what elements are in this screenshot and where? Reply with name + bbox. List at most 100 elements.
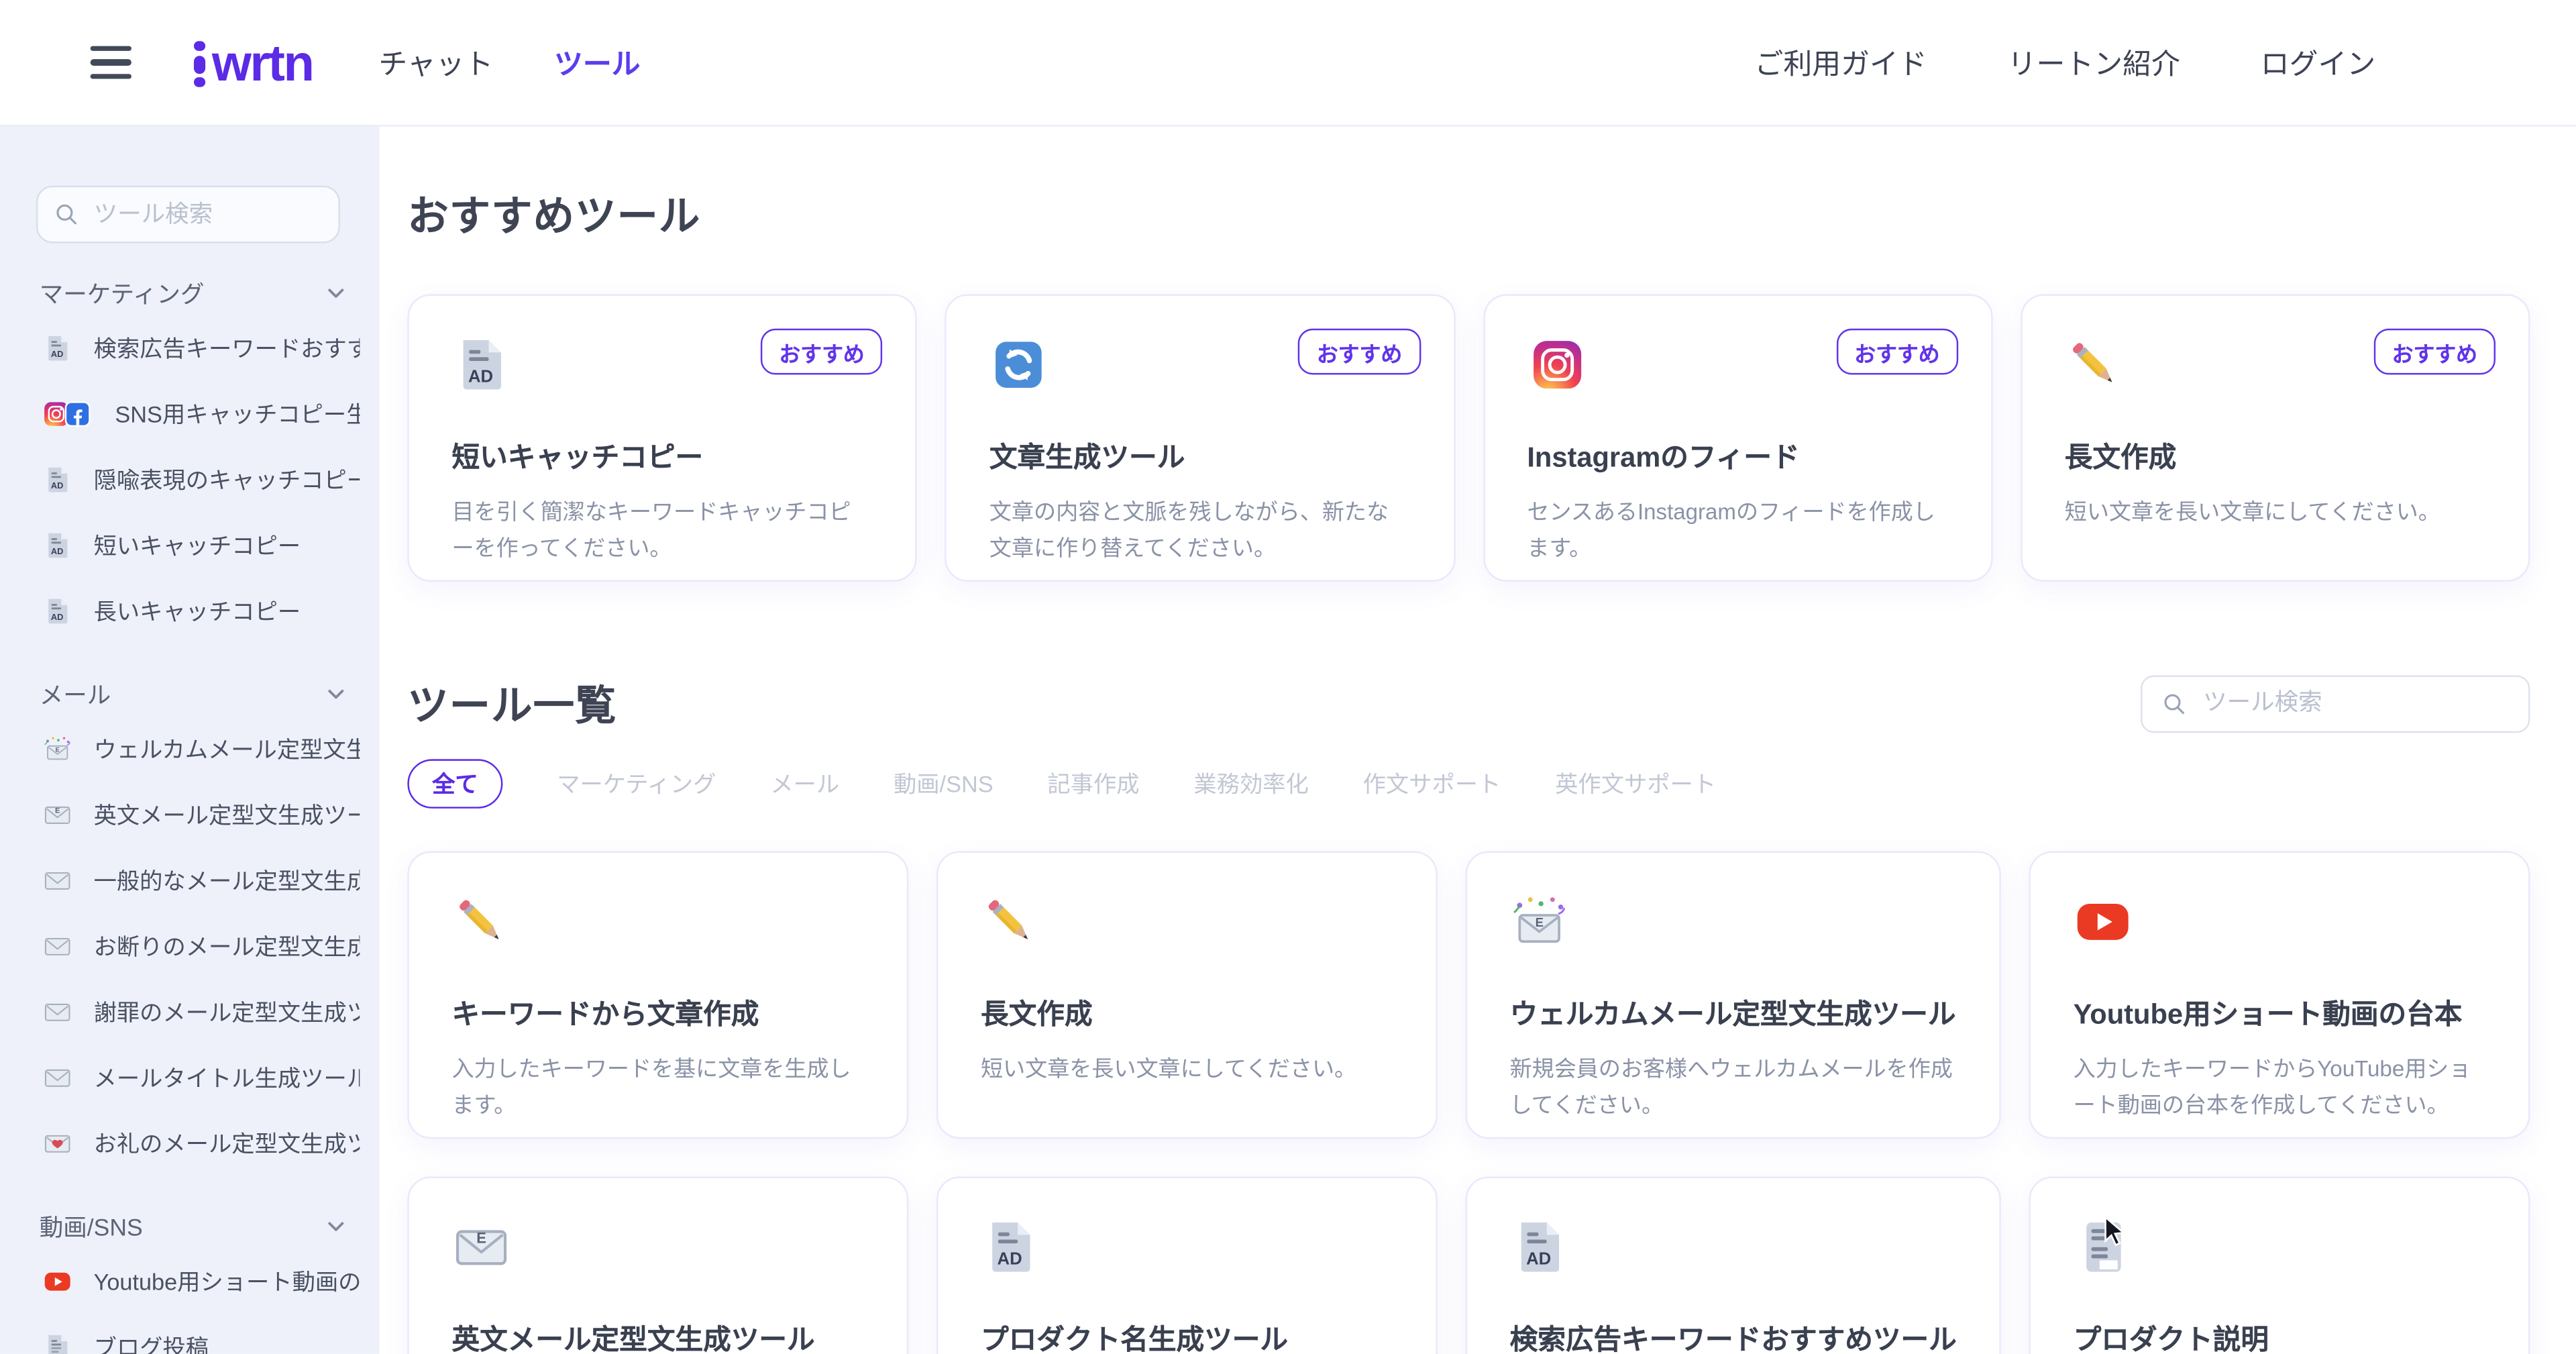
recommended-badge: おすすめ <box>761 328 883 375</box>
tool-card-title: Youtube用ショート動画の台本 <box>2073 998 2463 1031</box>
tool-card[interactable]: Youtube用ショート動画の台本 入力したキーワードからYouTube用ショー… <box>2029 851 2530 1139</box>
envelope-icon <box>43 998 72 1027</box>
tool-card-description: 短い文章を長い文章にしてください。 <box>2064 499 2440 525</box>
envelope-icon <box>43 1063 72 1092</box>
app-header: wrtn チャット ツール ご利用ガイド リートン紹介 ログイン <box>0 0 2576 127</box>
tool-card[interactable]: AD おすすめ 短いキャッチコピー 目を引く簡潔なキーワードキャッチコピーを作っ… <box>407 294 918 582</box>
sidebar-item-label: 検索広告キーワードおすすめツ... <box>93 335 360 362</box>
app-window: wrtn チャット ツール ご利用ガイド リートン紹介 ログイン マーケティング AD… <box>0 0 2576 1354</box>
sidebar-section-label: メール <box>39 682 111 709</box>
tool-list-header: ツール一覧 <box>407 674 2530 733</box>
tool-card-title: Instagramのフィード <box>1527 441 1800 474</box>
sns-icon <box>43 399 94 429</box>
tool-card[interactable]: E 英文メール定型文生成ツール 大事なポイントを含めた英文メールを作成してくだ <box>407 1176 909 1354</box>
email-e-icon: E <box>43 800 72 830</box>
tool-card[interactable]: プロダクト説明 プロダクトサービスに対する簡単な説明を入力する <box>2029 1176 2530 1354</box>
tool-card[interactable]: E ウェルカムメール定型文生成ツール 新規会員のお客様へウェルカムメールを作成し… <box>1465 851 2001 1139</box>
sidebar-section-header[interactable]: メール <box>0 677 380 710</box>
header-link[interactable]: ご利用ガイド <box>1755 42 1927 83</box>
tool-card-title: プロダクト名生成ツール <box>981 1324 1289 1354</box>
sidebar-item[interactable]: お礼のメール定型文生成ツール <box>0 1111 380 1177</box>
tool-card-description: センスあるInstagramのフィードを作成します。 <box>1527 499 1935 560</box>
sidebar-item[interactable]: E 英文メール定型文生成ツール <box>0 782 380 848</box>
sidebar-item-label: お断りのメール定型文生成ツール <box>93 933 360 960</box>
recommended-badge: おすすめ <box>2373 328 2496 375</box>
nav-item[interactable]: ツール <box>554 42 641 83</box>
sidebar-item-label: 英文メール定型文生成ツール <box>93 802 360 829</box>
svg-text:AD: AD <box>51 349 64 359</box>
sidebar-item[interactable]: ブログ投稿 <box>0 1314 380 1354</box>
sidebar-item-label: SNS用キャッチコピー生成... <box>115 401 360 427</box>
search-icon <box>54 202 79 227</box>
sidebar-section-items: AD 検索広告キーワードおすすめツ... SNS用キャッチコピー生成... AD… <box>0 315 380 644</box>
category-tab[interactable]: 英作文サポート <box>1555 768 1716 800</box>
tool-card[interactable]: おすすめ 長文作成 短い文章を長い文章にしてください。 <box>2020 294 2530 582</box>
tool-list-search-box[interactable] <box>2141 674 2530 733</box>
tool-card-title: 長文作成 <box>981 998 1093 1031</box>
tool-list-search-input[interactable] <box>2200 688 2509 719</box>
recommended-cards: AD おすすめ 短いキャッチコピー 目を引く簡潔なキーワードキャッチコピーを作っ… <box>407 294 2530 582</box>
header-link[interactable]: リートン紹介 <box>2008 42 2180 83</box>
tool-card[interactable]: キーワードから文章作成 入力したキーワードを基に文章を生成します。 <box>407 851 909 1139</box>
chevron-down-icon[interactable] <box>325 282 347 303</box>
sidebar-sections: マーケティング AD 検索広告キーワードおすすめツ... SNS用キャッチコピー… <box>0 276 380 1354</box>
recommended-badge: おすすめ <box>1298 328 1421 375</box>
sidebar-item[interactable]: 謝罪のメール定型文生成ツール <box>0 980 380 1045</box>
tool-card-description: 入力したキーワードを基に文章を生成します。 <box>451 1056 851 1117</box>
category-tabs: 全て マーケティング メール 動画/SNS 記事作成 業務効率化 作文サポート 英作文サポート <box>407 759 2530 809</box>
sidebar-section-header[interactable]: マーケティング <box>0 276 380 309</box>
tool-card[interactable]: AD 検索広告キーワードおすすめツール 検索エンジン広告に使用する効果的なキーワ… <box>1465 1176 2001 1354</box>
ad-doc-icon: AD <box>43 465 72 494</box>
sidebar-item[interactable]: 一般的なメール定型文生成ツール <box>0 848 380 914</box>
header-link[interactable]: ログイン <box>2261 42 2375 83</box>
wrtn-logo[interactable]: wrtn <box>193 34 315 91</box>
sidebar-item-label: メールタイトル生成ツール <box>93 1064 360 1092</box>
sidebar-section-label: 動画/SNS <box>39 1215 143 1242</box>
category-tab[interactable]: メール <box>770 768 839 800</box>
tool-card[interactable]: 長文作成 短い文章を長い文章にしてください。 <box>936 851 1438 1139</box>
sidebar-item-label: 長いキャッチコピー <box>93 598 301 625</box>
sidebar-item[interactable]: AD 長いキャッチコピー <box>0 578 380 644</box>
sidebar-section-header[interactable]: 動画/SNS <box>0 1209 380 1242</box>
refresh-icon <box>989 335 1049 395</box>
category-tab[interactable]: 業務効率化 <box>1193 768 1308 800</box>
sidebar-search-box[interactable] <box>36 185 340 244</box>
sidebar-item[interactable]: AD 隠喩表現のキャッチコピー <box>0 447 380 513</box>
main-nav: チャット ツール <box>378 42 640 83</box>
blog-doc-icon <box>43 1333 72 1354</box>
category-tab[interactable]: マーケティング <box>557 768 716 800</box>
sidebar-item[interactable]: メールタイトル生成ツール <box>0 1045 380 1111</box>
sidebar-item[interactable]: Youtube用ショート動画の台本 <box>0 1249 380 1314</box>
category-tab[interactable]: 記事作成 <box>1047 768 1139 800</box>
tool-card[interactable]: おすすめ Instagramのフィード センスあるInstagramのフィードを… <box>1483 294 1993 582</box>
tool-card-title: 短いキャッチコピー <box>451 441 704 474</box>
sidebar-search-input[interactable] <box>90 199 323 229</box>
category-tab[interactable]: 動画/SNS <box>894 768 994 800</box>
category-tab[interactable]: 全て <box>407 759 503 809</box>
ad-doc-icon: AD <box>981 1218 1040 1277</box>
sidebar-item-label: 謝罪のメール定型文生成ツール <box>93 998 360 1026</box>
sidebar-item[interactable]: お断りのメール定型文生成ツール <box>0 914 380 980</box>
tool-card[interactable]: おすすめ 文章生成ツール 文章の内容と文脈を残しながら、新たな文章に作り替えてく… <box>945 294 1455 582</box>
tool-card-title: ウェルカムメール定型文生成ツール <box>1509 998 1956 1031</box>
chevron-down-icon[interactable] <box>325 1215 347 1237</box>
tool-card-description: 文章の内容と文脈を残しながら、新たな文章に作り替えてください。 <box>989 499 1389 560</box>
tool-card-title: 長文作成 <box>2064 441 2177 474</box>
sidebar-item[interactable]: E ウェルカムメール定型文生成ツ... <box>0 717 380 782</box>
nav-item[interactable]: チャット <box>378 42 493 83</box>
svg-text:E: E <box>55 807 60 815</box>
welcome-mail-icon: E <box>43 735 72 764</box>
sidebar-item[interactable]: AD 検索広告キーワードおすすめツ... <box>0 315 380 381</box>
sidebar-item[interactable]: AD 短いキャッチコピー <box>0 513 380 578</box>
sidebar-item-label: ウェルカムメール定型文生成ツ... <box>93 736 360 763</box>
sidebar-item[interactable]: SNS用キャッチコピー生成... <box>0 381 380 447</box>
chevron-down-icon[interactable] <box>325 683 347 705</box>
category-tab[interactable]: 作文サポート <box>1363 768 1501 800</box>
tool-card-description: 短い文章を長い文章にしてください。 <box>981 1056 1357 1082</box>
logo-text: wrtn <box>211 34 315 91</box>
sidebar-item-label: ブログ投稿 <box>93 1334 209 1354</box>
hamburger-menu-icon[interactable] <box>90 45 131 80</box>
tool-card[interactable]: AD プロダクト名生成ツール 目を引くプロダクト名を作成してください。 <box>936 1176 1438 1354</box>
recommended-title: おすすめツール <box>407 193 701 240</box>
main-content: おすすめツール AD おすすめ 短いキャッチコピー 目を引く簡潔なキーワードキャ… <box>379 126 2576 1354</box>
